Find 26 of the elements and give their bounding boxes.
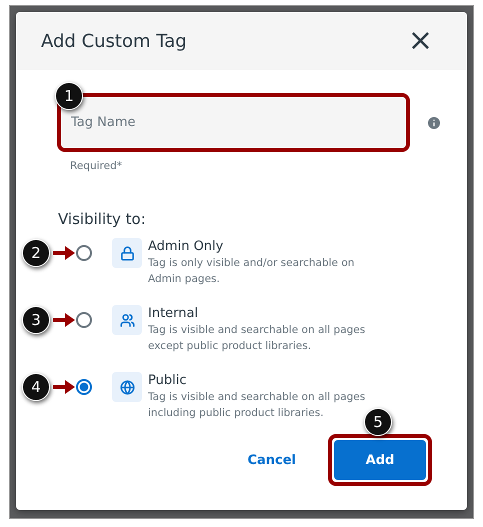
option-icon	[112, 238, 142, 268]
callout-badge: 3	[22, 306, 50, 334]
option-icon	[112, 305, 142, 335]
callout-badge: 2	[22, 239, 50, 267]
info-icon[interactable]	[426, 114, 442, 130]
cancel-button[interactable]: Cancel	[241, 452, 302, 468]
arrow-icon	[53, 246, 75, 260]
option-title: Admin Only	[148, 238, 224, 255]
visibility-label: Visibility to:	[58, 210, 147, 228]
radio-button[interactable]	[76, 379, 92, 395]
dialog-title: Add Custom Tag	[41, 30, 187, 52]
option-description: Tag is only visible and/or searchable on Admin pages.	[148, 256, 356, 287]
option-description: Tag is visible and searchable on all pages including public product libraries.	[148, 390, 366, 421]
option-title: Public	[148, 372, 188, 389]
option-title: Internal	[148, 305, 200, 322]
callout-badge: 4	[22, 373, 50, 401]
add-button[interactable]: Add	[334, 440, 426, 480]
option-description: Tag is visible and searchable on all pages except public product libraries.	[148, 323, 366, 354]
callout-badge: 5	[364, 408, 392, 436]
required-hint: Required*	[70, 160, 123, 172]
arrow-icon	[53, 380, 75, 394]
radio-button[interactable]	[76, 312, 92, 328]
arrow-icon	[53, 313, 75, 327]
option-icon	[112, 372, 142, 402]
radio-button[interactable]	[76, 245, 92, 261]
close-button[interactable]: ×	[404, 26, 437, 56]
